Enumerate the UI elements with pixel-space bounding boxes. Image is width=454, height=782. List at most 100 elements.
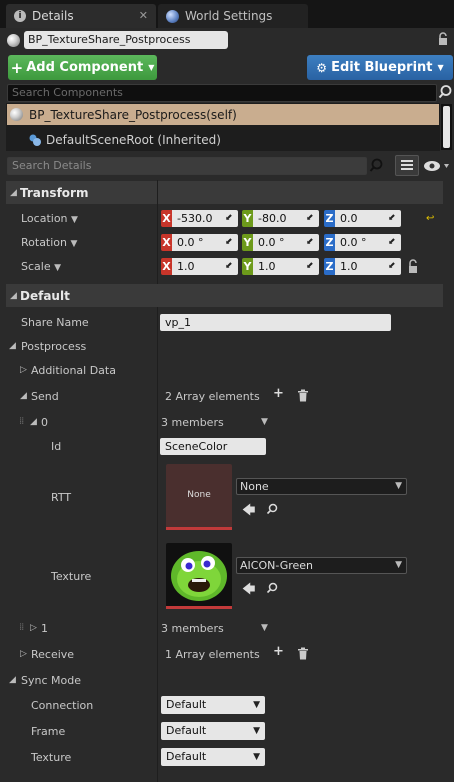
tab-details[interactable]: i Details ✕ [6,4,156,28]
sync-texture-select[interactable]: Default ▼ [161,748,265,766]
tab-world-settings[interactable]: World Settings [158,4,308,28]
scale-z-field[interactable]: 1.0 ⬋ [335,258,401,275]
rotation-z-field[interactable]: 0.0 ° ⬋ [335,234,401,251]
transform-category[interactable]: ◢ Transform [6,181,443,204]
axis-x-icon: X [161,234,172,251]
rtt-thumb-text: None [187,490,211,500]
column-divider[interactable] [157,180,158,782]
axis-x-icon: X [161,210,172,227]
share-name-label: Share Name [21,316,89,329]
plus-icon[interactable]: + [273,644,284,659]
rtt-thumbnail[interactable]: None [166,464,232,530]
axis-x-icon: X [161,258,172,275]
expand-arrow-icon: ⬋ [388,237,396,247]
collapse-triangle-icon: ◢ [10,187,17,198]
additional-data-label[interactable]: Additional Data [31,364,116,377]
location-x-field[interactable]: -530.0 ⬋ [172,210,238,227]
rotation-x-field[interactable]: 0.0 ° ⬋ [172,234,238,251]
send-label[interactable]: Send [31,390,59,403]
drag-handle-icon[interactable]: ⁞⁞ [19,416,24,427]
collapse-triangle-icon[interactable]: ◢ [30,417,37,427]
receive-array-count: 1 Array elements [165,648,260,661]
browse-search-icon[interactable] [266,582,278,594]
use-selected-arrow-icon[interactable]: 🡄 [242,501,255,523]
scale-x-field[interactable]: 1.0 ⬋ [172,258,238,275]
array-element-1-label[interactable]: 1 [41,622,48,635]
eye-icon [424,161,449,171]
expand-arrow-icon: ⬋ [306,213,314,223]
expand-arrow-icon: ⬋ [306,261,314,271]
search-components-input[interactable]: Search Components [7,84,437,102]
sync-texture-label: Texture [31,751,72,764]
scale-label[interactable]: Scale ▼ [21,260,61,273]
expand-triangle-icon[interactable]: ▷ [30,623,37,633]
frame-select[interactable]: Default ▼ [161,722,265,740]
axis-z-icon: Z [324,234,335,251]
receive-label[interactable]: Receive [31,648,74,661]
tab-label: Details [32,9,74,23]
axis-y-icon: Y [242,258,253,275]
rotation-label[interactable]: Rotation ▼ [21,236,77,249]
id-label: Id [51,440,62,453]
grid-icon [401,160,413,170]
default-category[interactable]: ◢ Default [6,284,443,307]
plus-icon: + [10,58,24,77]
chevron-down-icon: ▼ [148,63,155,72]
trash-icon[interactable] [297,389,309,402]
expand-triangle-icon[interactable]: ▷ [20,649,27,659]
collapse-triangle-icon: ◢ [10,290,17,301]
actor-sphere-icon [10,108,23,121]
array-element-0-label[interactable]: 0 [41,416,48,429]
tab-label: World Settings [185,9,273,23]
share-name-field[interactable]: vp_1 [160,314,391,331]
id-field[interactable]: SceneColor [160,438,266,455]
plus-icon[interactable]: + [273,386,284,401]
rotation-y-field[interactable]: 0.0 ° ⬋ [253,234,319,251]
globe-icon [166,9,179,23]
reset-to-default-icon[interactable]: ↩ [426,213,434,224]
lock-icon[interactable] [406,258,420,274]
use-selected-arrow-icon[interactable]: 🡄 [242,580,255,602]
sync-mode-label[interactable]: Sync Mode [21,674,81,687]
edit-blueprint-button[interactable]: ⚙ Edit Blueprint ▼ [307,55,453,80]
rtt-asset-combo[interactable]: None ▼ [236,478,407,495]
rtt-label: RTT [51,491,72,504]
texture-asset-combo[interactable]: AICON-Green ▼ [236,557,407,574]
search-icon[interactable] [438,84,453,100]
location-z-field[interactable]: 0.0 ⬋ [335,210,401,227]
location-label[interactable]: Location ▼ [21,212,78,225]
search-icon[interactable] [368,157,384,174]
expand-arrow-icon: ⬋ [306,237,314,247]
component-self-item[interactable]: BP_TextureShare_Postprocess(self) [7,104,439,125]
browse-search-icon[interactable] [266,503,278,515]
connection-select[interactable]: Default ▼ [161,696,265,714]
expand-triangle-icon[interactable]: ▷ [20,365,27,375]
scene-root-icon [28,133,42,147]
chevron-down-icon[interactable]: ▼ [261,623,268,633]
property-matrix-button[interactable] [395,155,419,176]
add-component-button[interactable]: + Add Component ▼ [8,55,157,80]
collapse-triangle-icon[interactable]: ◢ [20,391,27,401]
close-icon[interactable]: ✕ [139,9,148,22]
search-details-input[interactable]: Search Details [7,157,367,175]
expand-arrow-icon: ⬋ [225,213,233,223]
collapse-triangle-icon[interactable]: ◢ [9,341,16,351]
axis-z-icon: Z [324,258,335,275]
postprocess-label[interactable]: Postprocess [21,340,86,353]
view-options-button[interactable] [423,159,451,173]
actor-name-field[interactable]: BP_TextureShare_Postprocess [24,31,228,49]
expand-arrow-icon: ⬋ [225,237,233,247]
scale-y-field[interactable]: 1.0 ⬋ [253,258,319,275]
frame-label: Frame [31,725,66,738]
component-root-item[interactable]: DefaultSceneRoot (Inherited) [46,133,221,147]
lock-icon[interactable] [437,32,449,46]
expand-arrow-icon: ⬋ [388,261,396,271]
trash-icon[interactable] [297,647,309,660]
drag-handle-icon[interactable]: ⁞⁞ [19,622,24,633]
expand-arrow-icon: ⬋ [225,261,233,271]
component-scroll-thumb[interactable] [443,106,450,148]
collapse-triangle-icon[interactable]: ◢ [9,675,16,685]
chevron-down-icon[interactable]: ▼ [261,417,268,427]
texture-thumbnail[interactable] [166,543,232,609]
location-y-field[interactable]: -80.0 ⬋ [253,210,319,227]
